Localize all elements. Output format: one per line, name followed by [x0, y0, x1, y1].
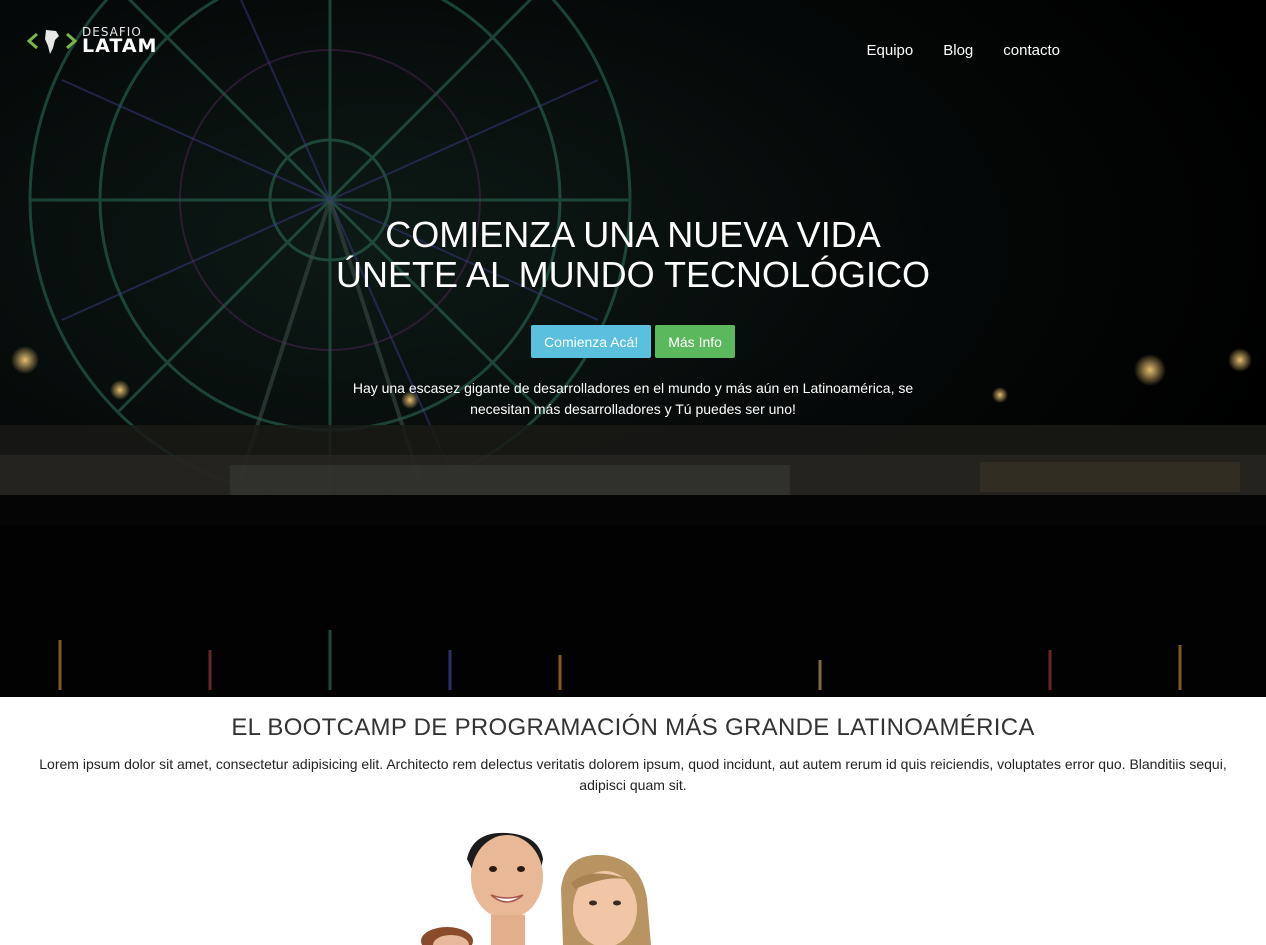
nav-link-blog[interactable]: Blog	[943, 42, 973, 59]
comienza-aca-button[interactable]: Comienza Acá!	[531, 325, 652, 358]
bootcamp-section: EL BOOTCAMP DE PROGRAMACIÓN MÁS GRANDE L…	[0, 697, 1266, 945]
section-title: EL BOOTCAMP DE PROGRAMACIÓN MÁS GRANDE L…	[231, 714, 1035, 741]
team-photo	[421, 832, 651, 945]
navbar: DESAFIO LATAM Equipo Blog contacto	[0, 0, 1266, 80]
section-text: Lorem ipsum dolor sit amet, consectetur …	[39, 756, 1227, 793]
latam-map-icon	[26, 30, 78, 54]
brand-wordmark: DESAFIO LATAM	[82, 26, 157, 56]
hero-section: DESAFIO LATAM Equipo Blog contacto COMIE…	[0, 0, 1266, 697]
brand-logo[interactable]: DESAFIO LATAM	[26, 24, 166, 58]
mas-info-button[interactable]: Más Info	[655, 325, 735, 358]
hero-title-line-2: ÚNETE AL MUNDO TECNOLÓGICO	[335, 254, 931, 295]
hero-description: Hay una escasez gigante de desarrollador…	[352, 380, 914, 417]
hero-title: COMIENZA UNA NUEVA VIDA ÚNETE AL MUNDO T…	[0, 215, 1266, 295]
nav-link-equipo[interactable]: Equipo	[867, 42, 914, 59]
nav-link-contacto[interactable]: contacto	[1003, 42, 1060, 59]
brand-name-bottom: LATAM	[82, 35, 158, 57]
hero-buttons: Comienza Acá! Más Info	[0, 325, 1266, 358]
hero-title-line-1: COMIENZA UNA NUEVA VIDA	[385, 214, 881, 255]
nav-links: Equipo Blog contacto	[837, 42, 1060, 59]
